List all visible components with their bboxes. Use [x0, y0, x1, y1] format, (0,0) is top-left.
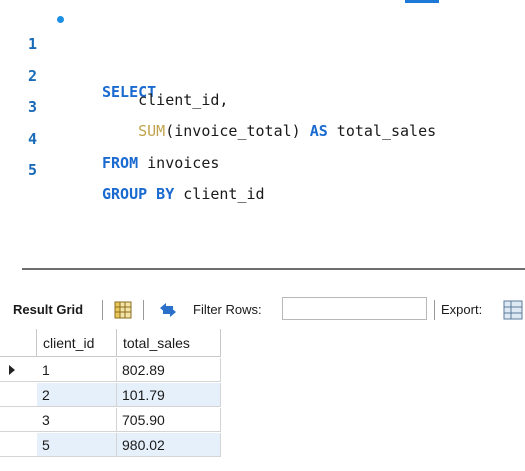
column-header-total-sales[interactable]: total_sales [117, 329, 221, 357]
cell-total-sales[interactable]: 802.89 [117, 358, 221, 382]
row-marker[interactable] [0, 358, 37, 382]
row-header-corner [0, 329, 37, 357]
table-row[interactable]: 2 101.79 [0, 383, 525, 407]
code-line-2[interactable]: 2 client_id, [0, 40, 525, 109]
cell-total-sales[interactable]: 101.79 [117, 383, 221, 407]
cell-client-id[interactable]: 1 [37, 358, 117, 382]
sql-editor[interactable]: 1 SELECT 2 client_id, 3 SUM(invoice_tota… [0, 0, 525, 258]
code-line-4[interactable]: 4 FROM invoices [0, 103, 525, 172]
table-row[interactable]: 1 802.89 [0, 358, 525, 382]
toolbar-separator [434, 300, 435, 320]
statement-marker-icon [57, 16, 64, 23]
toolbar-separator [143, 300, 144, 320]
filter-rows-label: Filter Rows: [193, 302, 262, 317]
editor-tab-indicator [405, 0, 439, 3]
table-row[interactable]: 3 705.90 [0, 408, 525, 432]
filter-rows-input[interactable] [282, 297, 427, 320]
sql-keyword: GROUP BY [102, 185, 175, 203]
code-line-1[interactable]: 1 SELECT [0, 8, 525, 101]
result-grid[interactable]: client_id total_sales 1 802.89 2 101.79 … [0, 329, 525, 471]
export-label: Export: [441, 302, 483, 317]
cell-total-sales[interactable]: 705.90 [117, 408, 221, 432]
cell-total-sales[interactable]: 980.02 [117, 433, 221, 457]
row-marker[interactable] [0, 383, 37, 407]
column-header-client-id[interactable]: client_id [37, 329, 117, 357]
cell-client-id[interactable]: 5 [37, 433, 117, 457]
panel-splitter[interactable] [22, 268, 525, 270]
table-row[interactable]: 5 980.02 [0, 433, 525, 457]
line-number: 5 [28, 161, 38, 179]
grid-layout-icon[interactable] [114, 301, 132, 319]
code-line-5[interactable]: 5 GROUP BY client_id [0, 134, 525, 203]
row-marker[interactable] [0, 408, 37, 432]
current-row-arrow-icon [9, 365, 15, 375]
code-line-3[interactable]: 3 SUM(invoice_total) AS total_sales [0, 71, 525, 140]
toolbar-separator [102, 300, 103, 320]
result-toolbar: Result Grid Filter Rows: Export: [0, 291, 525, 329]
cell-client-id[interactable]: 3 [37, 408, 117, 432]
sql-identifier: client_id [174, 185, 265, 203]
row-marker[interactable] [0, 433, 37, 457]
result-grid-tab[interactable]: Result Grid [13, 291, 83, 329]
export-icon[interactable] [503, 300, 525, 320]
cell-client-id[interactable]: 2 [37, 383, 117, 407]
refresh-icon[interactable] [157, 301, 179, 319]
